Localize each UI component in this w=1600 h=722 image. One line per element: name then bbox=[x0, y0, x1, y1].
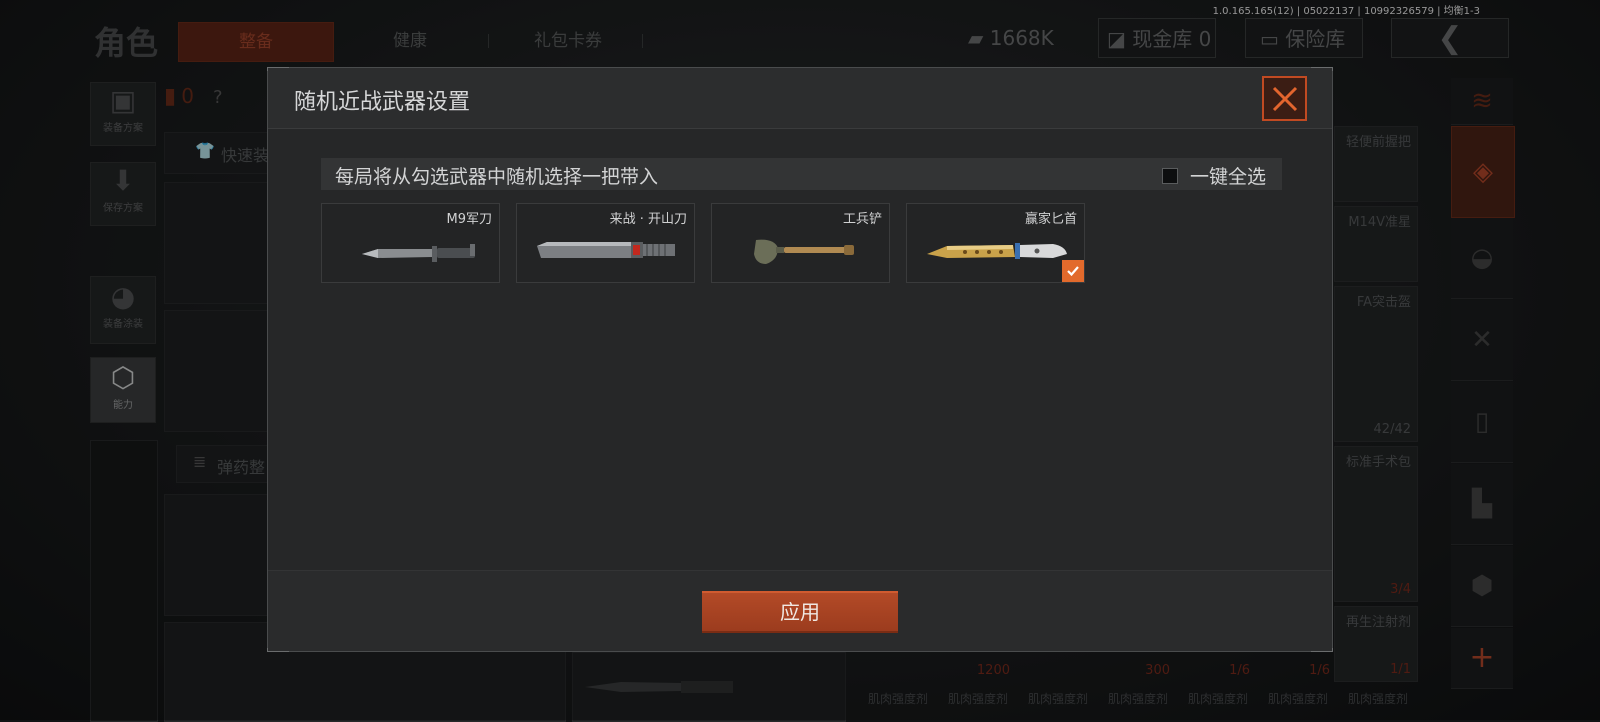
weapon-card-shovel[interactable]: 工兵铲 bbox=[711, 203, 890, 283]
dialog-footer: 应用 bbox=[268, 570, 1332, 651]
select-all-toggle[interactable]: 一键全选 bbox=[1161, 162, 1266, 189]
weapon-card-winner-dagger[interactable]: 赢家匕首 bbox=[906, 203, 1085, 283]
weapon-name: 工兵铲 bbox=[842, 212, 882, 227]
weapon-card-machete[interactable]: 来战 · 开山刀 bbox=[516, 203, 695, 283]
select-all-label: 一键全选 bbox=[1189, 166, 1266, 188]
weapon-name: 来战 · 开山刀 bbox=[609, 212, 687, 227]
apply-button[interactable]: 应用 bbox=[702, 591, 898, 633]
checkmark-icon bbox=[1067, 266, 1079, 277]
select-all-checkbox[interactable] bbox=[1161, 167, 1178, 184]
dialog-title: 随机近战武器设置 bbox=[294, 90, 471, 115]
instruction-text: 每局将从勾选武器中随机选择一把带入 bbox=[335, 166, 659, 188]
shovel-icon bbox=[754, 239, 854, 264]
close-icon bbox=[1272, 86, 1297, 111]
machete-icon bbox=[537, 242, 675, 258]
close-button[interactable] bbox=[1262, 76, 1307, 121]
selected-checkbox[interactable] bbox=[1062, 260, 1084, 282]
weapon-name: M9军刀 bbox=[446, 212, 493, 227]
weapon-name: 赢家匕首 bbox=[1024, 212, 1077, 227]
random-melee-settings-dialog: 随机近战武器设置 每局将从勾选武器中随机选择一把带入 一键全选 M9军刀 来战 … bbox=[267, 67, 1333, 652]
bayonet-icon bbox=[362, 244, 475, 262]
weapon-card-m9[interactable]: M9军刀 bbox=[321, 203, 500, 283]
dialog-header: 随机近战武器设置 bbox=[268, 68, 1332, 129]
gold-dagger-icon bbox=[927, 243, 1067, 259]
instruction-bar: 每局将从勾选武器中随机选择一把带入 一键全选 bbox=[321, 158, 1282, 190]
